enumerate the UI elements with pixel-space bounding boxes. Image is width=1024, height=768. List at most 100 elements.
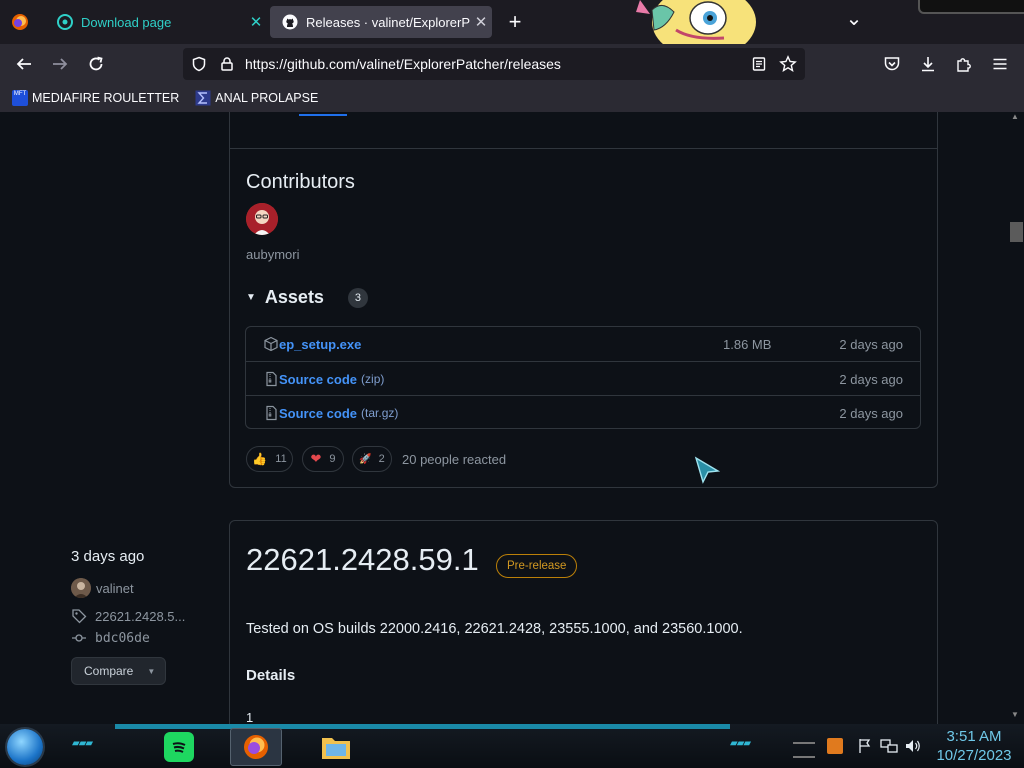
github-favicon [282, 14, 298, 30]
mediafire-favicon: MFT [12, 90, 28, 106]
assets-count-badge: 3 [347, 287, 368, 308]
tab-download-page[interactable]: Download page ✕ [45, 6, 267, 38]
reaction-count: 9 [329, 453, 336, 465]
tab-releases[interactable]: Releases · valinet/ExplorerPatcher ✕ [270, 6, 492, 38]
asset-link[interactable]: Source code [279, 406, 357, 421]
asset-date: 2 days ago [839, 371, 903, 387]
list-all-tabs-button[interactable]: ⌄ [842, 6, 866, 30]
reload-icon[interactable] [84, 52, 108, 76]
author-avatar [71, 578, 91, 598]
start-orb-button[interactable] [7, 729, 43, 765]
assets-heading: Assets [264, 287, 324, 307]
caret-down-icon: ▼ [147, 666, 156, 676]
url-text[interactable]: https://github.com/valinet/ExplorerPatch… [245, 56, 751, 72]
contributor-name[interactable]: aubymori [246, 247, 299, 262]
tab-label: Releases · valinet/ExplorerPatcher [306, 14, 470, 30]
asset-row: Source code (zip) 2 days ago [246, 361, 920, 396]
tray-network-activity-icon[interactable] [793, 742, 815, 758]
spotify-app-icon[interactable] [164, 732, 194, 762]
tray-network-icon[interactable] [880, 738, 898, 754]
tray-app-icon[interactable] [827, 738, 843, 754]
close-tab-icon[interactable]: ✕ [245, 13, 267, 31]
back-arrow-icon[interactable] [12, 52, 36, 76]
reader-view-icon[interactable] [751, 56, 779, 72]
extensions-icon[interactable] [952, 52, 976, 76]
release-description: Tested on OS builds 22000.2416, 22621.24… [246, 621, 743, 637]
new-tab-button[interactable]: + [503, 9, 527, 34]
asset-row: ep_setup.exe 1.86 MB 2 days ago [246, 327, 920, 361]
menu-hamburger-icon[interactable] [988, 52, 1012, 76]
bookmarks-toolbar: MFT MEDIAFIRE ROULETTER ANAL PROLAPSE [0, 84, 1024, 112]
asset-link[interactable]: Source code [279, 372, 357, 387]
clock[interactable]: 3:51 AM 10/27/2023 [928, 727, 1020, 765]
close-tab-icon[interactable]: ✕ [470, 13, 492, 31]
reactions-summary: 20 people reacted [402, 452, 507, 467]
asset-format[interactable]: (zip) [361, 372, 384, 386]
commit-sha: bdc06de [95, 630, 150, 646]
clock-date: 10/27/2023 [936, 747, 1012, 764]
download-page-favicon [57, 14, 73, 30]
mouse-cursor-icon [694, 456, 721, 489]
file-explorer-icon[interactable] [320, 732, 352, 762]
bookmark-label: ANAL PROLAPSE [215, 91, 319, 105]
tab-label: Download page [81, 14, 172, 30]
prerelease-badge: Pre-release [496, 554, 578, 578]
tray-flag-icon[interactable] [857, 738, 873, 754]
assets-toggle[interactable]: ▼ Assets 3 [246, 287, 368, 308]
scroll-up-arrow-icon[interactable]: ▲ [1011, 112, 1019, 121]
reaction-rocket[interactable]: 🚀 2 [352, 446, 392, 472]
heart-icon: ❤ [310, 451, 322, 466]
firefox-taskbar-button[interactable] [230, 728, 282, 766]
firefox-view-icon[interactable] [8, 10, 32, 34]
release-commit[interactable]: bdc06de [71, 630, 150, 646]
thumbs-up-icon: 👍 [252, 452, 268, 466]
rocket-icon: 🚀 [359, 453, 372, 465]
reaction-thumbs-up[interactable]: 👍 11 [246, 446, 293, 472]
asset-row: Source code (tar.gz) 2 days ago [246, 395, 920, 430]
release-tag[interactable]: 22621.2428.5... [71, 608, 185, 624]
compare-button[interactable]: Compare ▼ [71, 657, 166, 685]
shield-icon[interactable] [191, 56, 209, 72]
window-frame-decoration [918, 0, 1024, 14]
details-heading: Details [246, 667, 296, 684]
contributor-avatar[interactable] [246, 203, 278, 235]
markdown-link-underline [299, 114, 347, 116]
page-scrollbar[interactable]: ▲ ▼ [1008, 112, 1024, 724]
tag-name: 22621.2428.5... [95, 608, 186, 624]
zip-file-icon [263, 405, 279, 421]
url-bar[interactable]: https://github.com/valinet/ExplorerPatch… [183, 48, 805, 80]
scrollbar-thumb[interactable] [1010, 222, 1023, 242]
bookmark-label: MEDIAFIRE ROULETTER [32, 91, 180, 105]
scroll-down-arrow-icon[interactable]: ▼ [1011, 710, 1019, 719]
clock-time: 3:51 AM [946, 728, 1002, 745]
asset-size: 1.86 MB [723, 336, 772, 352]
forward-arrow-icon[interactable] [48, 52, 72, 76]
triangle-down-icon: ▼ [246, 292, 256, 303]
zip-file-icon [263, 371, 279, 387]
taskbar-decoration-right: ▰▰▰ [730, 738, 751, 749]
downloads-icon[interactable] [916, 52, 940, 76]
release-time[interactable]: 3 days ago [71, 548, 144, 565]
details-list-number: 1 [246, 710, 254, 724]
pocket-icon[interactable] [880, 52, 904, 76]
author-name: valinet [96, 580, 134, 596]
bookmark-mediafire-rouletter[interactable]: MFT MEDIAFIRE ROULETTER [12, 90, 179, 106]
tab-bar: Download page ✕ Releases · valinet/Explo… [0, 0, 1024, 58]
release-title[interactable]: 22621.2428.59.1 [246, 542, 479, 578]
lock-icon[interactable] [219, 56, 237, 72]
release-author[interactable]: valinet [71, 578, 134, 598]
taskbar: ▰▰▰ ▰▰▰ 3:51 AM 10/27/2023 [0, 724, 1024, 768]
package-icon [263, 336, 279, 352]
asset-link[interactable]: ep_setup.exe [279, 337, 361, 352]
commit-icon [71, 630, 87, 646]
reaction-heart[interactable]: ❤ 9 [302, 446, 344, 472]
asset-format[interactable]: (tar.gz) [361, 406, 398, 420]
bookmark-anal-prolapse[interactable]: ANAL PROLAPSE [195, 90, 318, 106]
bookmark-star-icon[interactable] [779, 55, 805, 73]
taskbar-accent-strip [115, 724, 730, 729]
asset-date: 2 days ago [839, 336, 903, 352]
reaction-count: 2 [378, 453, 385, 465]
reaction-count: 11 [275, 453, 287, 465]
github-releases-page: Contributors aubymori ▼ Assets 3 ep_setu… [0, 112, 1008, 724]
tray-volume-icon[interactable] [904, 738, 922, 754]
